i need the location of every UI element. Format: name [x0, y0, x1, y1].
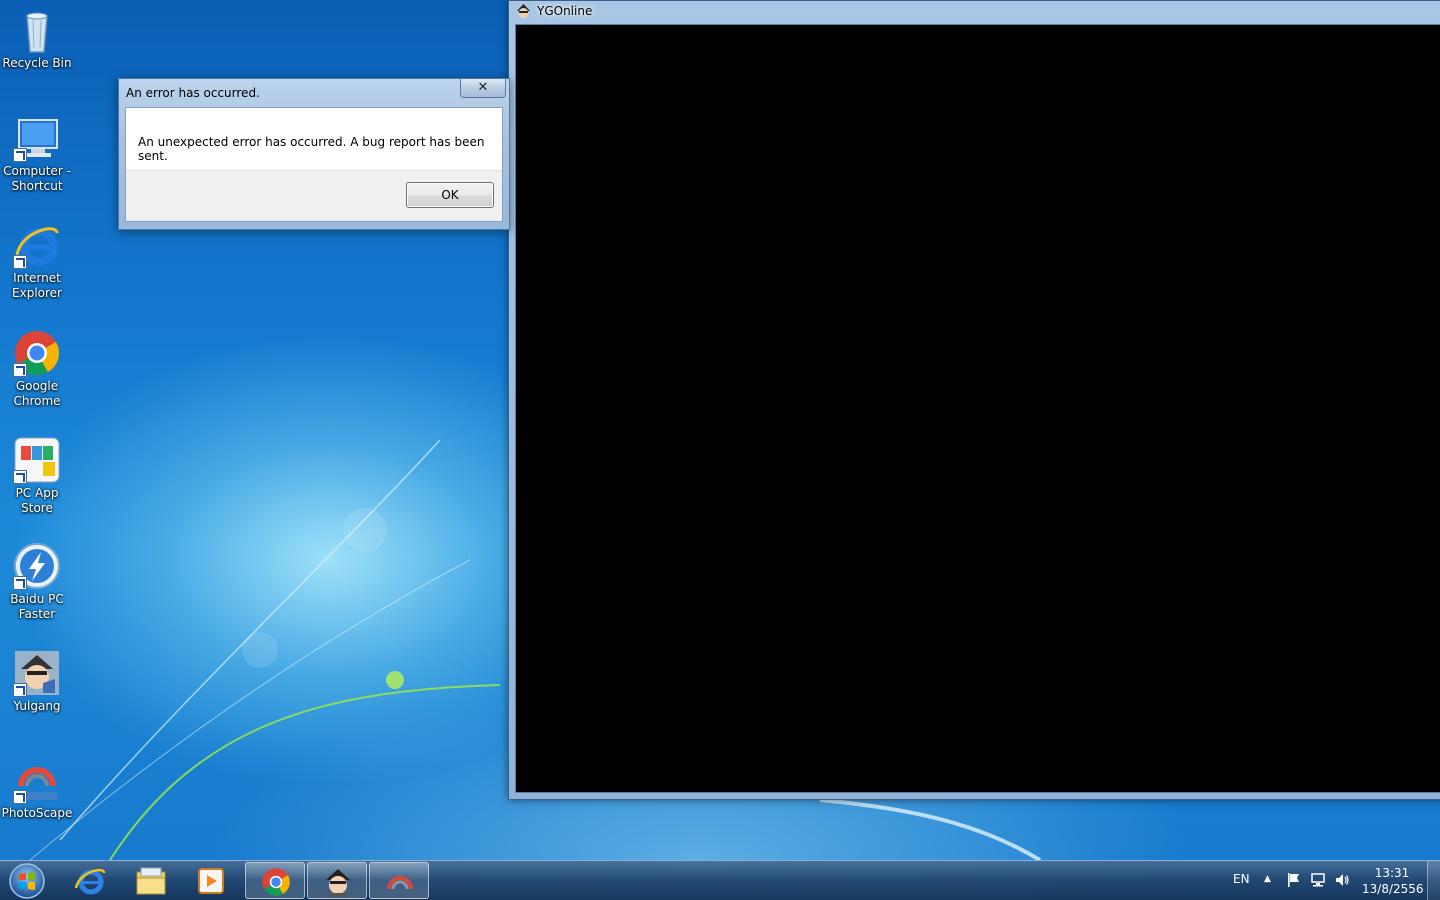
ygonline-app-icon — [517, 4, 530, 18]
taskbar-item-media-player[interactable] — [181, 862, 241, 899]
desktop-icon-computer[interactable]: Computer - Shortcut — [0, 114, 74, 194]
internet-explorer-icon — [13, 221, 61, 269]
yulgang-icon — [13, 649, 61, 697]
desktop-icon-label: Google Chrome — [13, 379, 61, 408]
shortcut-arrow-icon — [13, 470, 27, 484]
computer-icon — [13, 114, 61, 162]
show-hidden-icons-button[interactable]: ▲ — [1264, 874, 1271, 884]
start-button[interactable] — [4, 862, 50, 900]
desktop-icon-label: Computer - Shortcut — [3, 164, 71, 193]
taskbar-item-file-explorer[interactable] — [121, 862, 181, 899]
window-title: YGOnline — [537, 4, 593, 18]
ok-button[interactable]: OK — [406, 182, 494, 208]
app-store-icon — [13, 436, 61, 484]
windows-logo-icon — [9, 863, 45, 899]
volume-icon[interactable] — [1334, 872, 1350, 888]
dialog-title: An error has occurred. — [126, 86, 260, 100]
desktop-icon-label: Baidu PC Faster — [10, 592, 64, 621]
media-player-icon — [198, 868, 224, 894]
shortcut-arrow-icon — [13, 363, 27, 377]
shortcut-arrow-icon — [13, 576, 27, 590]
game-client-area[interactable] — [515, 24, 1440, 793]
shortcut-arrow-icon — [13, 790, 27, 804]
desktop: Recycle Bin Computer - Shortcut Internet… — [0, 0, 1440, 900]
photoscape-icon — [13, 756, 61, 804]
desktop-icon-baidu-pc-faster[interactable]: Baidu PC Faster — [0, 542, 74, 622]
desktop-icon-recycle-bin[interactable]: Recycle Bin — [0, 6, 74, 71]
recycle-bin-icon — [13, 6, 61, 54]
dialog-footer: OK — [126, 170, 502, 221]
network-icon[interactable] — [1310, 872, 1326, 888]
chrome-icon — [13, 329, 61, 377]
taskbar-item-chrome[interactable] — [245, 862, 305, 899]
shortcut-arrow-icon — [13, 683, 27, 697]
desktop-icon-yulgang[interactable]: Yulgang — [0, 649, 74, 714]
clock-date[interactable]: 13/8/2556 — [1362, 882, 1424, 896]
desktop-icon-pc-app-store[interactable]: PC App Store — [0, 436, 74, 516]
desktop-icon-label: Internet Explorer — [12, 271, 62, 300]
action-center-flag-icon[interactable] — [1286, 872, 1302, 888]
taskbar-item-photoscape[interactable] — [369, 862, 429, 899]
desktop-icon-label: Yulgang — [13, 699, 61, 713]
language-indicator[interactable]: EN — [1233, 872, 1250, 886]
taskbar: EN ▲ 13:31 13/8/2556 — [0, 860, 1440, 900]
desktop-icon-label: Recycle Bin — [2, 56, 72, 70]
chrome-icon — [262, 868, 290, 896]
desktop-icon-photoscape[interactable]: PhotoScape — [0, 756, 74, 821]
desktop-icon-label: PhotoScape — [1, 806, 73, 820]
ygonline-window[interactable]: YGOnline — [508, 0, 1440, 800]
clock-time[interactable]: 13:31 — [1372, 866, 1412, 880]
taskbar-item-yulgang[interactable] — [307, 862, 367, 899]
internet-explorer-icon — [74, 868, 106, 895]
photoscape-icon — [387, 876, 413, 890]
show-desktop-button[interactable] — [1427, 861, 1440, 900]
desktop-icon-google-chrome[interactable]: Google Chrome — [0, 329, 74, 409]
yulgang-icon — [326, 869, 350, 897]
shortcut-arrow-icon — [13, 148, 27, 162]
taskbar-item-internet-explorer[interactable] — [60, 862, 120, 899]
dialog-body: An unexpected error has occurred. A bug … — [125, 107, 503, 222]
desktop-icon-label: PC App Store — [15, 486, 59, 515]
error-dialog[interactable]: An error has occurred. ✕ An unexpected e… — [118, 78, 510, 230]
file-explorer-icon — [136, 867, 166, 895]
close-icon[interactable]: ✕ — [460, 79, 506, 98]
error-message: An unexpected error has occurred. A bug … — [138, 135, 485, 163]
baidu-pc-faster-icon — [13, 542, 61, 590]
shortcut-arrow-icon — [13, 255, 27, 269]
desktop-icon-internet-explorer[interactable]: Internet Explorer — [0, 221, 74, 301]
ygonline-titlebar[interactable]: YGOnline — [509, 1, 1440, 23]
